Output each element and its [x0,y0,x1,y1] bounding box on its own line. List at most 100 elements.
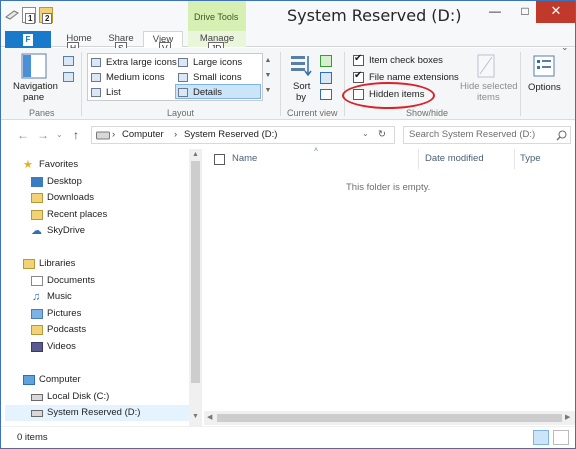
scrollbar-thumb[interactable] [217,414,562,422]
layout-small-icons[interactable]: Small icons [176,70,262,85]
keytip-file: F [22,34,34,46]
properties-icon[interactable] [5,8,19,22]
nav-documents[interactable]: Documents [1,273,189,289]
minimize-button[interactable]: — [480,1,510,23]
divider [344,52,345,116]
layout-item-label: List [106,87,121,98]
tab-file[interactable]: F [5,31,51,48]
keytip-1: 1 [25,13,36,24]
nav-recent-places[interactable]: Recent places [1,207,189,223]
recent-places-icon [31,210,43,220]
details-pane-icon[interactable] [63,72,74,82]
nav-system-reserved[interactable]: System Reserved (D:) [5,405,189,421]
file-name-extensions-checkbox[interactable] [353,70,364,83]
back-arrow-icon[interactable]: ← [17,128,29,142]
close-button[interactable]: ✕ [536,1,575,23]
drive-tools-label: Drive Tools [194,12,239,22]
nav-label: Computer [39,374,81,385]
breadcrumb-separator-icon[interactable]: › [174,129,177,140]
breadcrumb-computer[interactable]: Computer [122,129,164,140]
videos-icon [31,342,43,352]
navigation-scrollbar[interactable]: ▲ ▼ [189,149,202,426]
column-date-modified[interactable]: Date modified [425,153,484,164]
nav-desktop[interactable]: Desktop [1,174,189,190]
layout-item-label: Large icons [193,57,243,68]
nav-label: SkyDrive [47,225,86,236]
column-type[interactable]: Type [520,153,541,164]
pictures-icon [31,309,43,319]
item-check-boxes-checkbox[interactable] [353,53,364,66]
nav-podcasts[interactable]: Podcasts [1,322,189,338]
layout-large-icons[interactable]: Large icons [176,55,262,70]
current-view-group-label: Current view [287,108,338,118]
layout-details[interactable]: Details [175,84,261,99]
address-box[interactable]: › Computer › System Reserved (D:) ⌄ ↻ [91,126,395,144]
layout-list[interactable]: List [89,85,175,100]
up-arrow-icon[interactable]: ↑ [73,128,79,142]
group-by-icon[interactable] [320,55,332,67]
divider [280,52,281,116]
nav-label: Documents [47,275,96,286]
layout-scroll-arrows[interactable]: ▲ ▼ ▼ [263,53,273,101]
folder-icon[interactable]: 2 [39,7,53,24]
ribbon-expand-icon[interactable]: ⌄ [561,42,569,53]
preview-pane-icon[interactable] [63,56,74,66]
search-input[interactable]: Search System Reserved (D:) [403,126,571,144]
select-all-checkbox[interactable] [214,154,225,165]
scroll-left-icon[interactable]: ◀ [207,413,212,421]
hide-selected-label-2: items [477,92,500,103]
scroll-up-icon[interactable]: ▲ [192,151,199,158]
explorer-window: 1 2 Drive Tools System Reserved (D:) — □… [0,0,576,449]
music-icon: ♫ [32,291,41,303]
item-count: 0 items [17,432,48,443]
new-folder-icon[interactable]: 1 [22,7,36,24]
sort-icon [291,56,312,77]
address-dropdown-icon[interactable]: ⌄ [362,129,369,138]
nav-libraries[interactable]: Libraries [1,256,189,272]
breadcrumb-separator-icon[interactable]: › [112,129,115,140]
size-columns-icon[interactable] [320,89,332,100]
title-bar: 1 2 Drive Tools System Reserved (D:) — □… [1,1,575,31]
window-title: System Reserved (D:) [287,6,462,25]
content-horizontal-scrollbar[interactable]: ◀ ▶ [204,411,575,425]
scroll-down-icon[interactable]: ▼ [192,413,199,420]
nav-label: Videos [47,341,76,352]
nav-music[interactable]: ♫ Music [1,289,189,305]
breadcrumb-current[interactable]: System Reserved (D:) [184,129,277,140]
recent-locations-icon[interactable]: ⌄ [56,130,63,139]
scrollbar-thumb[interactable] [191,161,200,383]
details-icon [178,88,188,97]
nav-computer[interactable]: Computer [1,372,189,388]
scroll-right-icon[interactable]: ▶ [565,413,570,421]
sort-by-label-1: Sort [293,81,311,92]
star-icon: ★ [23,159,33,171]
divider [520,52,521,116]
nav-favorites[interactable]: ★ Favorites [1,157,189,173]
drive-tools-header: Drive Tools [188,1,246,31]
nav-local-disk[interactable]: Local Disk (C:) [1,389,189,405]
search-icon[interactable] [556,130,567,141]
nav-pictures[interactable]: Pictures [1,306,189,322]
nav-label: Recent places [47,209,108,220]
nav-label: Favorites [39,159,79,170]
details-view-icon[interactable] [533,430,549,445]
layout-extra-large-icons[interactable]: Extra large icons [89,55,177,70]
add-columns-icon[interactable] [320,72,332,84]
status-bar: 0 items [1,426,575,448]
empty-folder-message: This folder is empty. [346,182,431,193]
annotation-highlight-circle [342,82,435,109]
drive-icon [31,410,43,417]
item-check-boxes-label: Item check boxes [369,55,443,66]
navigation-pane-label-1: Navigation [13,81,58,92]
layout-medium-icons[interactable]: Medium icons [89,70,175,85]
large-icons-view-icon[interactable] [553,430,569,445]
nav-videos[interactable]: Videos [1,339,189,355]
nav-downloads[interactable]: Downloads [1,190,189,206]
refresh-icon[interactable]: ↻ [378,129,386,140]
forward-arrow-icon[interactable]: → [37,128,49,142]
column-name[interactable]: Name [232,153,257,164]
nav-skydrive[interactable]: ☁ SkyDrive [1,223,189,239]
nav-label: Downloads [47,192,94,203]
medium-icons-icon [91,73,101,82]
desktop-icon [31,177,43,187]
